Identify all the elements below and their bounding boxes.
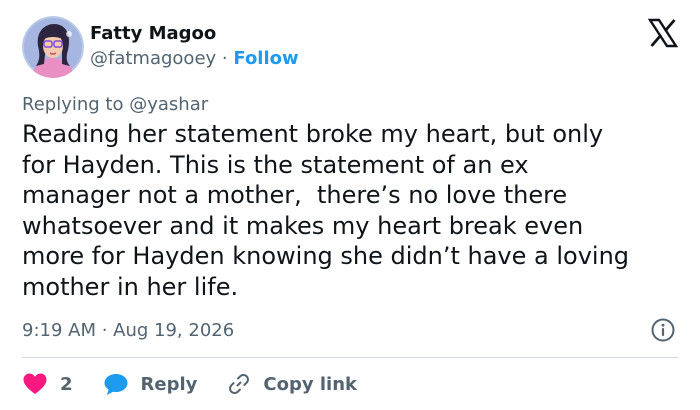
like-button[interactable]: 2 <box>22 372 73 396</box>
divider <box>22 357 678 358</box>
x-logo-icon[interactable] <box>647 18 679 48</box>
meta-row: 9:19 AM · Aug 19, 2026 <box>22 317 678 343</box>
handle-row: @fatmagooey · Follow <box>90 46 299 72</box>
tweet-card: Fatty Magoo @fatmagooey · Follow Replyin… <box>0 0 700 410</box>
display-name[interactable]: Fatty Magoo <box>90 22 299 46</box>
reply-context: Replying to @yashar <box>22 94 678 116</box>
reply-mention[interactable]: @yashar <box>129 94 208 115</box>
reply-button[interactable]: Reply <box>103 372 198 396</box>
tweet-text: Reading her statement broke my heart, bu… <box>22 120 630 301</box>
tweet-header: Fatty Magoo @fatmagooey · Follow <box>22 16 678 78</box>
action-bar: 2 Reply Copy link <box>22 370 678 398</box>
heart-icon <box>23 373 47 394</box>
reply-label: Reply <box>140 373 198 395</box>
handle[interactable]: @fatmagooey <box>90 48 216 69</box>
speech-bubble-icon <box>104 374 128 395</box>
reply-prefix: Replying to <box>22 94 124 115</box>
separator: · <box>221 48 228 69</box>
author-info: Fatty Magoo @fatmagooey · Follow <box>90 16 299 72</box>
like-count: 2 <box>60 373 73 395</box>
follow-button[interactable]: Follow <box>233 48 298 69</box>
info-icon[interactable] <box>650 317 676 343</box>
avatar[interactable] <box>22 16 84 78</box>
link-icon <box>229 373 250 395</box>
copy-link-label: Copy link <box>263 373 357 395</box>
timestamp[interactable]: 9:19 AM · Aug 19, 2026 <box>22 320 234 341</box>
copy-link-button[interactable]: Copy link <box>227 372 357 396</box>
